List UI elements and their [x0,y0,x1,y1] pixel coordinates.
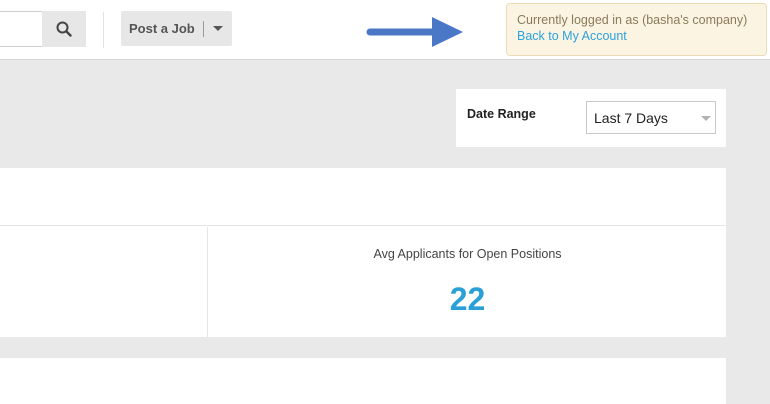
post-job-label: Post a Job [129,21,195,36]
impersonation-text: Currently logged in as (basha's company) [517,13,748,27]
impersonation-notice: Currently logged in as (basha's company)… [506,3,767,56]
date-range-selected-value: Last 7 Days [594,110,668,126]
date-range-panel: Date Range Last 7 Days [456,89,726,147]
stats-panel-header [0,168,726,226]
search-button[interactable] [42,11,86,47]
stat-value: 22 [449,281,486,317]
date-range-select[interactable]: Last 7 Days [586,101,716,134]
search-icon [56,21,72,37]
navbar-divider [103,12,104,48]
date-range-label: Date Range [467,107,536,121]
stat-label: Avg Applicants for Open Positions [373,247,562,261]
top-navbar: Post a Job Currently logged in as (basha… [0,0,770,60]
stat-avg-applicants: Avg Applicants for Open Positions 22 [207,227,726,337]
chevron-down-icon [212,26,223,31]
stats-panel: Avg Applicants for Open Positions 22 [0,168,726,337]
post-job-button[interactable]: Post a Job [121,11,232,46]
arrow-right-icon [366,17,463,47]
post-job-dropdown-toggle[interactable] [204,11,232,46]
chevron-down-icon [701,116,711,121]
search-input[interactable] [0,11,43,47]
back-to-account-link[interactable]: Back to My Account [517,28,756,44]
content-panel [0,358,726,404]
